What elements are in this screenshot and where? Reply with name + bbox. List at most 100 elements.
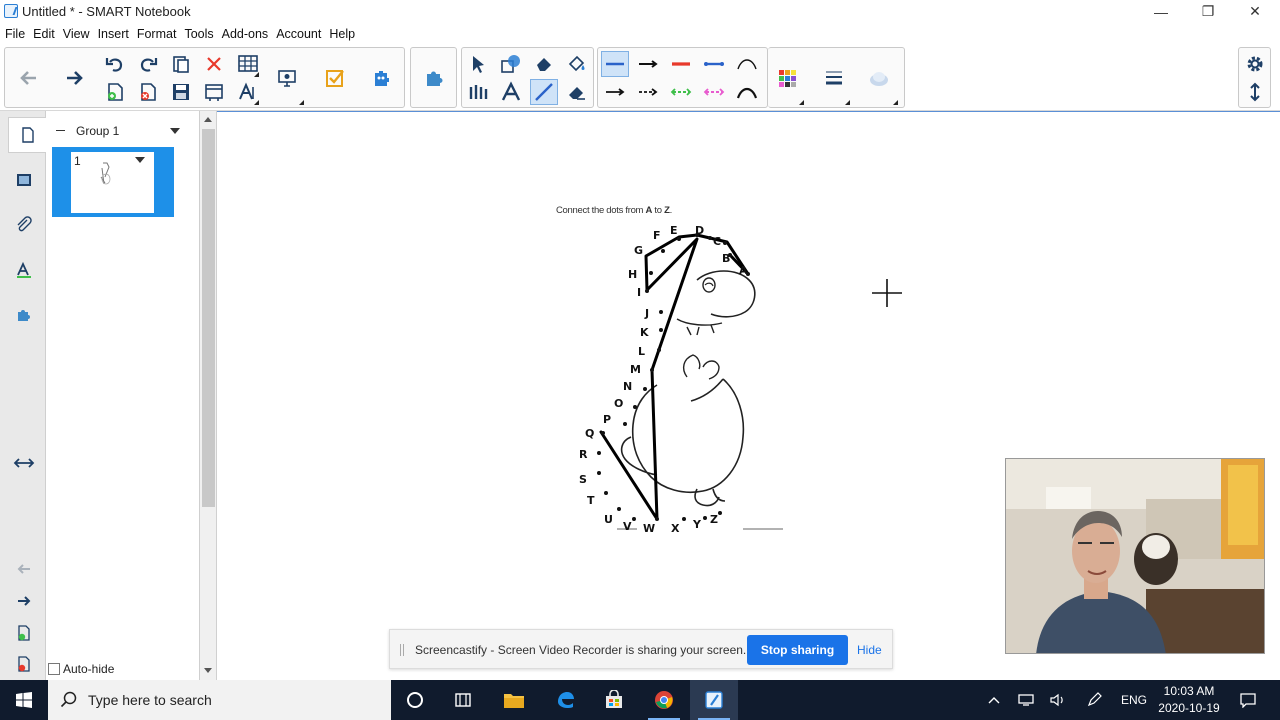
toolbar-position-icon[interactable] <box>1241 79 1269 105</box>
resize-sidebar-icon[interactable] <box>8 445 40 481</box>
cortana-icon[interactable] <box>391 680 439 720</box>
page-thumbnail-1[interactable]: 1 <box>52 147 174 217</box>
line-style-red[interactable] <box>667 51 695 77</box>
pen-workspace-icon[interactable] <box>1072 680 1116 720</box>
microsoft-store-icon[interactable] <box>590 680 638 720</box>
line-style-blue-arrows[interactable] <box>700 51 728 77</box>
restore-button[interactable]: ❐ <box>1185 0 1231 23</box>
shapes-icon[interactable] <box>497 51 525 77</box>
scroll-down-icon[interactable] <box>204 668 212 673</box>
page-menu-icon[interactable] <box>135 157 145 163</box>
add-ons-puzzle-icon[interactable] <box>420 65 448 91</box>
fill-bucket-icon[interactable] <box>563 51 591 77</box>
delete-icon[interactable] <box>200 51 228 77</box>
paste-icon[interactable] <box>167 51 195 77</box>
notifications-icon[interactable] <box>1226 680 1270 720</box>
gallery-tab[interactable] <box>8 162 40 198</box>
system-clock[interactable]: 10:03 AM 2020-10-19 <box>1153 683 1225 717</box>
menu-insert[interactable]: Insert <box>98 27 129 41</box>
toolbar-group-line-styles <box>597 47 768 108</box>
menu-account[interactable]: Account <box>276 27 321 41</box>
group-dropdown-icon[interactable] <box>170 128 180 134</box>
pen-tool-icon[interactable] <box>464 79 492 105</box>
menu-format[interactable]: Format <box>137 27 177 41</box>
task-view-icon[interactable] <box>439 680 487 720</box>
line-style-arc-thick[interactable] <box>733 79 761 105</box>
back-arrow-icon[interactable] <box>15 65 43 91</box>
scroll-up-icon[interactable] <box>204 117 212 122</box>
windows-taskbar: Type here to search ENG 10:03 AM 2020-10… <box>0 680 1280 720</box>
line-style-arc[interactable] <box>733 51 761 77</box>
auto-hide-toggle[interactable]: Auto-hide <box>48 662 114 676</box>
eraser-fill-icon[interactable] <box>530 51 558 77</box>
minimize-button[interactable]: — <box>1138 0 1184 23</box>
scrollbar-thumb[interactable] <box>202 129 215 507</box>
edge-browser-icon[interactable] <box>541 680 589 720</box>
response-check-icon[interactable] <box>321 65 349 91</box>
line-style-blue[interactable] <box>601 51 629 77</box>
crosshair-cursor-icon <box>872 279 902 307</box>
instruction-text: Connect the dots from <box>556 205 646 216</box>
save-icon[interactable] <box>167 79 195 105</box>
taskbar-search-box[interactable]: Type here to search <box>48 680 391 720</box>
input-language[interactable]: ENG <box>1121 693 1147 707</box>
fill-effect-icon[interactable] <box>865 65 893 91</box>
text-a-icon[interactable] <box>497 79 525 105</box>
collapse-icon[interactable] <box>56 130 65 131</box>
dot-label-k: K <box>640 326 649 339</box>
line-style-black-arrow[interactable] <box>634 51 662 77</box>
line-tool-icon[interactable] <box>530 79 558 105</box>
select-arrow-icon[interactable] <box>464 51 492 77</box>
line-style-green-dashed[interactable] <box>667 79 695 105</box>
dot-label-j: J <box>645 307 650 320</box>
close-button[interactable]: ✕ <box>1232 0 1278 23</box>
add-ons-tab[interactable] <box>8 297 40 333</box>
page-thumbnail-drawing <box>100 162 111 185</box>
menu-file[interactable]: File <box>5 27 25 41</box>
previous-page-icon[interactable] <box>8 551 40 587</box>
line-style-black[interactable] <box>601 79 629 105</box>
redo-icon[interactable] <box>134 51 162 77</box>
screen-shade-icon[interactable] <box>200 79 228 105</box>
dot-label-a: A <box>739 264 748 277</box>
page-sorter-tab[interactable] <box>8 117 46 153</box>
menu-tools[interactable]: Tools <box>184 27 213 41</box>
dot-label-e: E <box>670 224 678 237</box>
color-palette-icon[interactable] <box>773 65 801 91</box>
hide-button[interactable]: Hide <box>857 643 882 657</box>
display-icon[interactable] <box>273 65 301 91</box>
menu-add-ons[interactable]: Add-ons <box>222 27 269 41</box>
main-toolbar <box>0 45 1280 111</box>
activity-builder-icon[interactable] <box>367 65 395 91</box>
chrome-icon[interactable] <box>640 680 688 720</box>
dot-label-p: P <box>603 413 612 426</box>
line-style-black-dashed[interactable] <box>634 79 662 105</box>
eraser-icon[interactable] <box>563 79 591 105</box>
sorter-scrollbar[interactable] <box>200 111 217 680</box>
menu-edit[interactable]: Edit <box>33 27 55 41</box>
attachments-tab[interactable] <box>8 207 40 243</box>
menu-view[interactable]: View <box>63 27 90 41</box>
stop-sharing-button[interactable]: Stop sharing <box>747 635 848 665</box>
file-explorer-icon[interactable] <box>490 680 538 720</box>
dot-label-s: S <box>579 473 587 486</box>
forward-arrow-icon[interactable] <box>60 65 88 91</box>
smart-notebook-taskbar-icon[interactable] <box>690 680 738 720</box>
auto-hide-label: Auto-hide <box>63 662 115 676</box>
auto-hide-checkbox[interactable] <box>48 663 60 675</box>
drag-handle-icon[interactable] <box>400 644 404 656</box>
properties-tab[interactable] <box>8 252 40 288</box>
line-properties-icon[interactable] <box>820 65 848 91</box>
undo-icon[interactable] <box>101 51 129 77</box>
add-page-icon[interactable] <box>101 79 129 105</box>
start-button[interactable] <box>0 680 48 720</box>
menu-help[interactable]: Help <box>329 27 355 41</box>
sidebar-delete-page-icon[interactable] <box>8 646 40 682</box>
line-style-pink-dashed[interactable] <box>700 79 728 105</box>
settings-gear-icon[interactable] <box>1241 51 1269 77</box>
next-page-icon[interactable] <box>8 583 40 619</box>
menu-bar: File Edit View Insert Format Tools Add-o… <box>0 23 1280 44</box>
delete-page-icon[interactable] <box>134 79 162 105</box>
group-header[interactable]: Group 1 <box>56 123 186 139</box>
share-message: Screencastify - Screen Video Recorder is… <box>415 643 747 657</box>
